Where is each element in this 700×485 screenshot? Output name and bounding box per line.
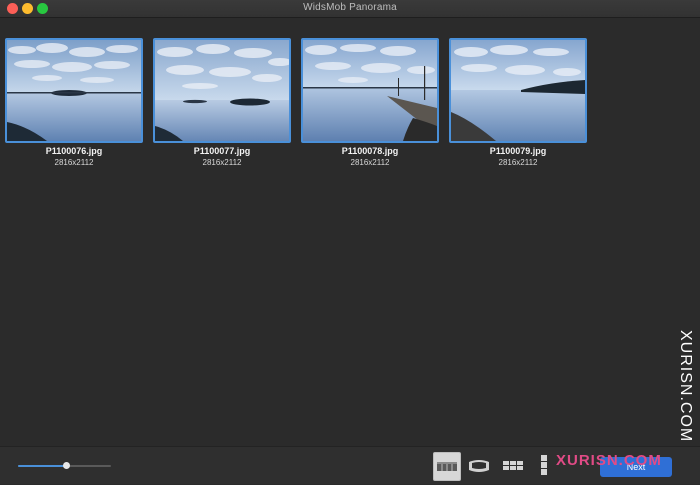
photo-thumbnail[interactable]: P1100079.jpg 2816x2112 xyxy=(449,38,587,167)
cylindrical-panorama-button[interactable] xyxy=(466,452,492,479)
window-title: WidsMob Panorama xyxy=(303,2,397,13)
photo-thumbnail[interactable]: P1100077.jpg 2816x2112 xyxy=(153,38,291,167)
app-window: WidsMob Panorama P1100076.jpg 2816x2112 … xyxy=(0,0,700,484)
photo-thumbnail[interactable]: P1100078.jpg 2816x2112 xyxy=(301,38,439,167)
thumbnail-size-slider[interactable] xyxy=(18,462,111,469)
photo-filename: P1100076.jpg xyxy=(45,146,103,156)
watermark-side-text: XURISN.COM xyxy=(677,330,694,443)
lake-landscape-image-1 xyxy=(7,40,141,141)
photo-dimensions: 2816x2112 xyxy=(54,158,94,167)
photo-image-frame[interactable] xyxy=(153,38,291,143)
slider-knob[interactable] xyxy=(63,462,71,469)
lake-shore-image xyxy=(451,40,585,141)
photo-image-frame[interactable] xyxy=(301,38,439,143)
photo-dimensions: 2816x2112 xyxy=(498,158,538,167)
watermark-bottom-text: XURISN.COM xyxy=(556,452,662,469)
grid-tile-icon xyxy=(503,461,523,470)
photo-filename: P1100077.jpg xyxy=(193,146,251,156)
thumbnail-grid: P1100076.jpg 2816x2112 P1100077.jpg 2816… xyxy=(0,38,700,178)
photo-filename: P1100079.jpg xyxy=(489,146,547,156)
cylindrical-panorama-icon xyxy=(469,460,489,472)
lake-pier-image xyxy=(303,40,437,141)
flat-panorama-button[interactable] xyxy=(433,452,461,481)
lake-landscape-image-2 xyxy=(155,40,289,141)
vertical-panorama-icon xyxy=(541,455,547,475)
vertical-panorama-button[interactable] xyxy=(537,452,551,479)
photo-thumbnail[interactable]: P1100076.jpg 2816x2112 xyxy=(5,38,143,167)
photo-image-frame[interactable] xyxy=(449,38,587,143)
photo-filename: P1100078.jpg xyxy=(341,146,399,156)
photo-image-frame[interactable] xyxy=(5,38,143,143)
title-bar: WidsMob Panorama xyxy=(0,0,700,18)
flat-panorama-icon xyxy=(437,462,457,471)
photo-dimensions: 2816x2112 xyxy=(202,158,242,167)
photo-dimensions: 2816x2112 xyxy=(350,158,390,167)
tile-panorama-button[interactable] xyxy=(501,452,525,479)
slider-fill xyxy=(18,465,67,467)
